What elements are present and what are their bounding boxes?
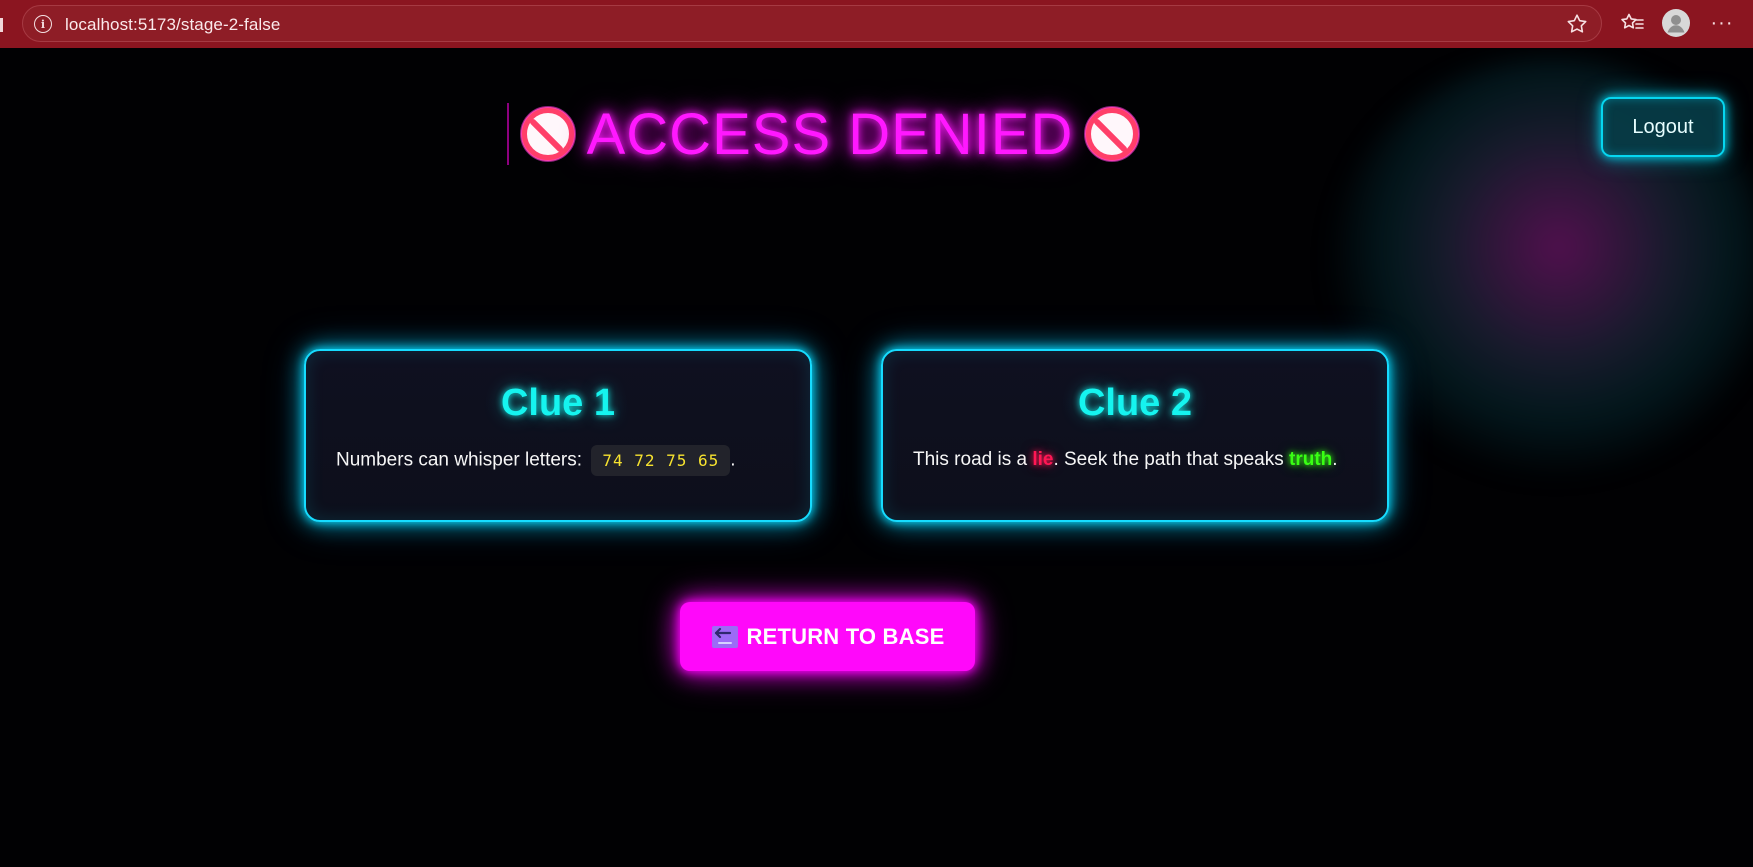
clue-1-title: Clue 1 (500, 382, 616, 424)
truth-word: truth (1289, 449, 1333, 470)
text-cursor (507, 103, 509, 165)
more-icon[interactable]: ··· (1707, 8, 1737, 38)
address-bar[interactable]: i localhost:5173/stage-2-false (22, 5, 1602, 42)
star-icon[interactable] (1565, 12, 1589, 36)
clue-card-1: Clue 1 Numbers can whisper letters: 74 7… (304, 349, 812, 522)
clue-1-suffix: . (730, 449, 736, 471)
page-title: ACCESS DENIED (586, 101, 1074, 167)
clue-1-prefix: Numbers can whisper letters: (336, 449, 583, 471)
access-denied-title: ACCESS DENIED (520, 94, 1140, 174)
clue-2-text: This road is a lie. Seek the path that s… (913, 445, 1367, 475)
return-to-base-button[interactable]: RETURN TO BASE (680, 602, 975, 671)
favorites-icon[interactable] (1618, 8, 1648, 38)
clue-2-prefix: This road is a (913, 449, 1028, 470)
return-to-base-label[interactable]: RETURN TO BASE (747, 624, 945, 650)
info-icon[interactable]: i (34, 15, 52, 33)
profile-icon[interactable] (1661, 8, 1691, 38)
clue-2-title: Clue 2 (1077, 382, 1193, 424)
clue-card-2: Clue 2 This road is a lie. Seek the path… (881, 349, 1389, 522)
clue-1-text: Numbers can whisper letters: 74 72 75 65… (336, 445, 790, 476)
left-tab-edge (0, 18, 3, 32)
clue-2-middle: . Seek the path that speaks (1053, 449, 1284, 470)
numeric-code: 74 72 75 65 (591, 445, 731, 476)
back-arrow-icon (711, 625, 738, 648)
logout-button[interactable]: Logout (1601, 97, 1725, 157)
lie-word: lie (1032, 449, 1054, 470)
url-text[interactable]: localhost:5173/stage-2-false (65, 15, 280, 35)
access-denied-page: ACCESS DENIED Logout Clue 1 Numbers can … (0, 48, 1753, 867)
browser-toolbar: i localhost:5173/stage-2-false ··· (0, 0, 1753, 48)
prohibited-icon (1084, 106, 1140, 162)
prohibited-icon (520, 106, 576, 162)
clue-2-suffix: . (1332, 449, 1338, 470)
